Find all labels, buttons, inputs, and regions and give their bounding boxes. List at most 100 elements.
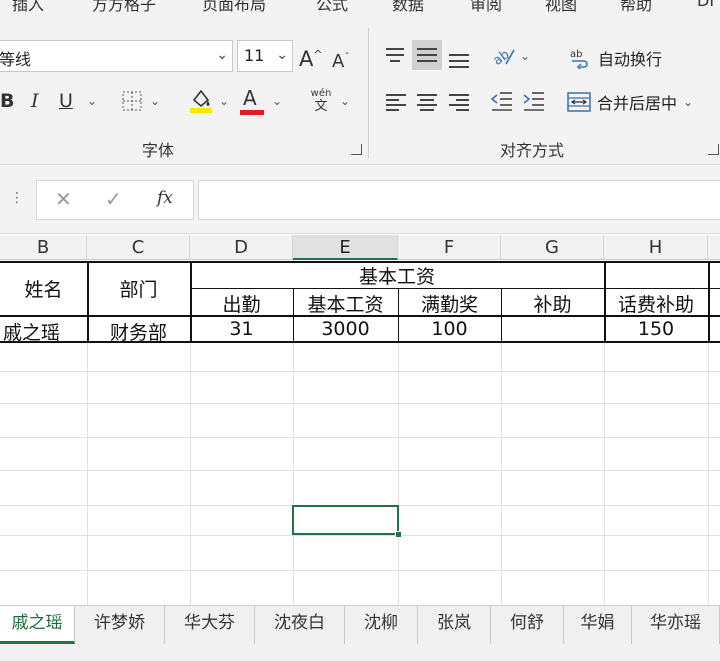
align-left-button[interactable] [381, 86, 411, 116]
column-header-e[interactable]: E [293, 235, 398, 260]
gridline [0, 403, 720, 404]
font-dialog-launcher-icon[interactable] [351, 144, 362, 155]
chevron-down-icon[interactable]: ⌄ [150, 94, 160, 108]
alignment-dialog-launcher-icon[interactable] [708, 144, 719, 155]
sheet-tab-5[interactable]: 沈柳 [345, 606, 418, 644]
chevron-down-icon[interactable]: ⌄ [683, 95, 693, 109]
tab-view[interactable]: 视图 [545, 0, 577, 15]
cell-full-attendance-bonus[interactable]: 100 [398, 318, 501, 340]
align-center-button[interactable] [412, 86, 442, 116]
tab-formulas[interactable]: 公式 [316, 0, 348, 15]
sheet-tab-7[interactable]: 何舒 [491, 606, 564, 644]
tab-data[interactable]: 数据 [392, 0, 424, 15]
column-header-i[interactable] [708, 235, 720, 260]
grow-label: A [299, 47, 314, 71]
decrease-indent-icon[interactable] [490, 90, 514, 112]
underline-button[interactable]: U [59, 89, 73, 113]
more-options-icon[interactable]: ⋮ [10, 190, 24, 206]
tab-fangfang[interactable]: 方方格子 [92, 0, 156, 15]
bold-button[interactable]: B [0, 89, 14, 113]
align-right-button[interactable] [444, 86, 474, 116]
merge-cells-icon [567, 92, 591, 112]
chevron-down-icon[interactable]: ⌄ [219, 94, 229, 108]
sheet-tab-9[interactable]: 华亦瑶 [632, 606, 720, 644]
cell-attendance[interactable]: 31 [190, 318, 293, 340]
merge-center-label: 合并后居中 [597, 94, 678, 113]
gridline [0, 535, 720, 536]
column-header-b[interactable]: B [0, 235, 87, 260]
formula-input[interactable] [198, 180, 720, 220]
cell-phone-subsidy[interactable]: 150 [604, 318, 708, 340]
header-base-salary[interactable]: 基本工资 [293, 290, 398, 317]
sheet-tab-6[interactable]: 张岚 [418, 606, 491, 644]
borders-icon[interactable] [121, 90, 143, 112]
align-middle-button[interactable] [412, 40, 442, 70]
header-full-attendance-bonus[interactable]: 满勤奖 [398, 290, 501, 317]
sheet-tab-4[interactable]: 沈夜白 [255, 606, 345, 644]
active-cell-selection[interactable] [292, 505, 399, 535]
chevron-down-icon[interactable]: ⌄ [87, 94, 97, 108]
cancel-icon[interactable]: ✕ [55, 187, 72, 211]
gridline [0, 371, 720, 372]
sheet-tab-2[interactable]: 许梦娇 [75, 606, 165, 644]
chevron-down-icon[interactable]: ⌄ [340, 94, 350, 108]
header-base-salary-group[interactable]: 基本工资 [190, 262, 604, 289]
header-department[interactable]: 部门 [87, 275, 190, 302]
font-color-button[interactable]: A [243, 86, 257, 110]
header-subsidy[interactable]: 补助 [501, 290, 604, 317]
wrap-text-label: 自动换行 [598, 50, 663, 69]
cell-name[interactable]: 戚之瑶 [0, 318, 75, 345]
align-bottom-button[interactable] [444, 42, 474, 72]
table-border [604, 288, 720, 289]
text-orientation-icon[interactable]: ab [490, 42, 518, 68]
align-top-button[interactable] [381, 40, 411, 70]
sheet-tab-3[interactable]: 华大芬 [165, 606, 255, 644]
formula-buttons: ✕ ✓ fx [36, 180, 194, 220]
merge-center-button[interactable]: 合并后居中 ⌄ [567, 90, 693, 114]
header-phone-subsidy[interactable]: 话费补助 [604, 290, 708, 317]
sheet-tab-1[interactable]: 戚之瑶 [0, 606, 75, 644]
worksheet-grid[interactable]: B C D E F G H 姓名 部门 基本工资 出勤 基本工资 满勤奖 补助 … [0, 235, 720, 605]
sheet-tab-8[interactable]: 华娟 [564, 606, 632, 644]
gridline [0, 570, 720, 571]
header-attendance[interactable]: 出勤 [190, 290, 293, 317]
header-name[interactable]: 姓名 [0, 275, 87, 302]
chevron-down-icon[interactable]: ⌄ [272, 94, 282, 108]
shrink-label: A [332, 51, 345, 72]
tab-help[interactable]: 帮助 [620, 0, 652, 15]
tab-extra[interactable]: DI [697, 0, 714, 10]
gridline [0, 470, 720, 471]
column-header-d[interactable]: D [190, 235, 293, 260]
chevron-down-icon[interactable]: ⌄ [520, 49, 530, 63]
decrease-font-size-button[interactable]: Aˇ [332, 46, 349, 74]
font-name-select[interactable]: 等线 ⌄ [0, 40, 233, 72]
phonetic-top: wén [310, 88, 332, 99]
svg-text:ab: ab [570, 49, 582, 60]
tab-review[interactable]: 审阅 [470, 0, 502, 15]
column-header-f[interactable]: F [398, 235, 501, 260]
column-header-c[interactable]: C [87, 235, 190, 260]
tab-insert[interactable]: 插入 [12, 0, 44, 15]
chevron-down-icon: ⌄ [276, 47, 288, 63]
column-header-h[interactable]: H [604, 235, 708, 260]
fill-handle[interactable] [395, 531, 402, 538]
formula-bar: ⋮ ✕ ✓ fx [0, 166, 720, 234]
column-header-g[interactable]: G [501, 235, 604, 260]
italic-button[interactable]: I [31, 89, 39, 113]
fill-color-icon[interactable] [188, 86, 214, 114]
increase-font-size-button[interactable]: A^ [299, 43, 323, 71]
font-size-value: 11 [244, 46, 265, 65]
tab-page-layout[interactable]: 页面布局 [202, 0, 266, 15]
increase-indent-icon[interactable] [522, 90, 546, 112]
ribbon-tab-strip: 插入 方方格子 页面布局 公式 数据 审阅 视图 帮助 DI [0, 0, 720, 22]
cell-base-salary[interactable]: 3000 [293, 318, 398, 340]
font-size-select[interactable]: 11 ⌄ [237, 40, 293, 72]
phonetic-guide-button[interactable]: wén 文 [306, 88, 336, 114]
cell-department[interactable]: 财务部 [87, 318, 190, 345]
wrap-text-button[interactable]: ab 自动换行 [570, 46, 662, 70]
sheet-tab-bar: 戚之瑶 许梦娇 华大芬 沈夜白 沈柳 张岚 何舒 华娟 华亦瑶 [0, 605, 720, 661]
enter-icon[interactable]: ✓ [105, 187, 122, 211]
font-color-swatch [240, 110, 264, 115]
phonetic-bottom: 文 [314, 99, 328, 114]
insert-function-icon[interactable]: fx [157, 188, 173, 208]
